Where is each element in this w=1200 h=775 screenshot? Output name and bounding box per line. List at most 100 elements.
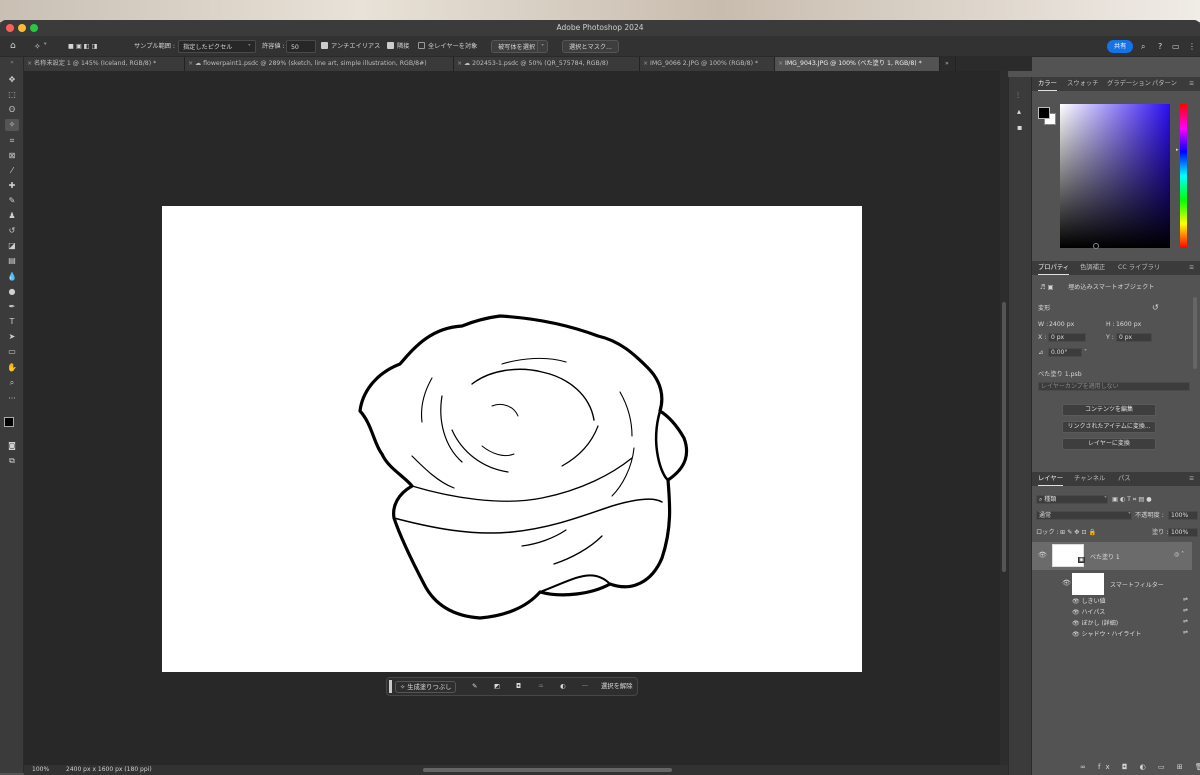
close-icon[interactable]: × [457,57,462,71]
x-input[interactable]: 0 px [1048,333,1086,342]
type-tool-icon[interactable]: T [5,316,19,328]
filter-row-blur-more[interactable]: 👁 ぼかし (詳細) ⇌ [1072,618,1192,627]
more-icon[interactable]: ⋮ [1188,40,1196,53]
hue-slider[interactable] [1180,104,1187,248]
tab-flowerpaint1[interactable]: × ☁ flowerpaint1.psdc @ 289% (sketch, lin… [185,57,454,71]
learn-panel-icon[interactable]: ▴ [1017,107,1021,116]
help-icon[interactable]: ? [1158,40,1162,53]
filter-options-icon[interactable]: ⇌ [1183,596,1188,603]
select-subject-button[interactable]: 被写体を選択 [491,40,543,53]
home-icon[interactable]: ⌂ [10,40,16,53]
convert-to-layers-button[interactable]: レイヤーに変換 [1062,438,1156,450]
antialias-checkbox[interactable]: アンチエイリアス [321,40,380,53]
generative-fill-button[interactable]: ✧ 生成塗りつぶし [395,681,457,693]
tab-channels[interactable]: チャンネル [1074,472,1105,486]
reset-transform-icon[interactable]: ↺ [1152,303,1159,312]
y-input[interactable]: 0 px [1116,333,1152,342]
tab-img-9043[interactable]: × IMG_9043.JPG @ 100% (べた塗り 1, RGB/8) * [775,57,940,71]
status-menu-icon[interactable]: › [124,765,126,775]
tab-cc-libraries[interactable]: CC ライブラリ [1118,261,1160,275]
filter-options-icon[interactable]: ⇌ [1183,618,1188,625]
deselect-button[interactable]: 選択を解除 [601,681,632,693]
color-picker-field[interactable] [1060,104,1170,249]
magic-wand-tool-icon[interactable]: ✧ [5,119,19,131]
drag-handle[interactable] [389,680,392,693]
foreground-color-swatch[interactable] [1038,107,1050,119]
layer-filter-select[interactable]: ⌕ 種類 ˅ [1036,495,1108,504]
layer-comp-select[interactable]: レイヤーカンプを適用しない [1038,382,1190,391]
tab-swatches[interactable]: スウォッチ [1067,77,1098,91]
width-value[interactable]: 2400 px [1049,320,1074,329]
close-icon[interactable]: × [778,57,783,71]
layer-filter-icons[interactable]: ▣ ◐ T ⌗ ▤ ● [1112,495,1152,504]
visibility-eye-icon[interactable]: 👁 [1062,579,1071,587]
tab-202453-1[interactable]: × ☁ 202453-1.psdc @ 50% (QR_575784, RGB/8… [454,57,640,71]
tab-img-9066[interactable]: × IMG_9066 2.JPG @ 100% (RGB/8) * [640,57,775,71]
brush-tool-icon[interactable]: ✎ [5,195,19,207]
height-value[interactable]: 1600 px [1116,320,1141,329]
panel-menu-icon[interactable]: ≡ [1189,472,1194,486]
blur-tool-icon[interactable]: 💧 [5,271,19,283]
search-icon[interactable]: ⌕ [1141,40,1145,53]
move-tool-icon[interactable]: ✥ [5,74,19,86]
tab-properties[interactable]: プロパティ [1038,261,1070,275]
select-subject-dropdown[interactable]: ˅ [537,40,549,53]
zoom-window-button[interactable] [30,24,38,32]
toolbar-collapse-icon[interactable]: » [5,57,19,69]
panel-menu-icon[interactable]: ≡ [1189,77,1194,91]
close-icon[interactable]: × [643,57,648,71]
blend-mode-select[interactable]: 通常 ˅ [1036,511,1132,520]
hue-slider-handle-icon[interactable]: ▸ [1176,147,1179,153]
tab-paths[interactable]: パス [1118,472,1131,486]
lasso-tool-icon[interactable]: ʘ [5,104,19,116]
zoom-tool-icon[interactable]: ⌕ [5,377,19,389]
hand-tool-icon[interactable]: ✋ [5,362,19,374]
close-icon[interactable]: × [27,57,32,71]
properties-scrollbar[interactable] [1193,297,1197,369]
invert-selection-icon[interactable]: ◩ [494,681,500,693]
eyedropper-tool-icon[interactable]: ⁄ [5,165,19,177]
pen-tool-icon[interactable]: ✒ [5,301,19,313]
eraser-tool-icon[interactable]: ◪ [5,240,19,252]
visibility-eye-icon[interactable]: 👁 [1072,631,1082,638]
screen-mode-icon[interactable]: ⧉ [5,455,19,467]
convert-to-linked-button[interactable]: リンクされたアイテムに変換... [1062,421,1156,433]
select-and-mask-button[interactable]: 選択とマスク... [562,40,620,53]
comments-panel-icon[interactable]: ▪ [1017,123,1022,132]
all-layers-checkbox[interactable]: 全レイヤーを対象 [418,40,477,53]
horizontal-scroll-thumb[interactable] [423,768,672,772]
magic-wand-tool-icon[interactable]: ✧ ˅ [34,40,47,53]
edit-contents-button[interactable]: コンテンツを編集 [1062,404,1156,416]
smart-filter-indicator-icon[interactable]: ◎ ˄ [1174,551,1184,558]
frame-tool-icon[interactable]: ⊠ [5,150,19,162]
history-panel-icon[interactable]: ⫶ [1017,91,1019,101]
minimize-window-button[interactable] [18,24,26,32]
crop-tool-icon[interactable]: ⌗ [5,135,19,147]
stamp-tool-icon[interactable]: ♟ [5,210,19,222]
marquee-tool-icon[interactable]: ⬚ [5,89,19,101]
share-button[interactable]: 共有 [1107,40,1134,53]
angle-dropdown-icon[interactable]: ˅ [1084,348,1087,357]
filter-row-shadow-highlight[interactable]: 👁 シャドウ・ハイライト ⇌ [1072,629,1192,638]
filter-row-high-pass[interactable]: 👁 ハイパス ⇌ [1072,607,1192,616]
healing-brush-tool-icon[interactable]: ✚ [5,180,19,192]
path-selection-tool-icon[interactable]: ➤ [5,331,19,343]
tabs-overflow-button[interactable]: » [940,57,956,71]
zoom-level[interactable]: 100% [32,765,49,775]
layer-row-selected[interactable]: 👁 ▣ べた塗り 1 ◎ ˄ [1032,542,1192,570]
visibility-eye-icon[interactable]: 👁 [1038,551,1047,559]
more-tools-icon[interactable]: ··· [5,393,19,405]
foreground-color-swatch[interactable] [4,417,14,427]
color-picker-cursor[interactable] [1093,243,1099,249]
filter-options-icon[interactable]: ⇌ [1183,607,1188,614]
rectangle-tool-icon[interactable]: ▭ [5,346,19,358]
tolerance-input[interactable]: 50 [286,40,316,53]
gradient-tool-icon[interactable]: ▤ [5,255,19,267]
history-brush-tool-icon[interactable]: ↺ [5,225,19,237]
more-options-icon[interactable]: ··· [582,681,588,693]
dodge-tool-icon[interactable]: ● [5,286,19,298]
vertical-scroll-thumb[interactable] [1002,302,1006,572]
tab-color[interactable]: カラー [1038,77,1057,91]
lock-icons[interactable]: ⊞ ✎ ✥ ⊡ 🔒 [1060,528,1096,537]
visibility-eye-icon[interactable]: 👁 [1072,609,1082,616]
